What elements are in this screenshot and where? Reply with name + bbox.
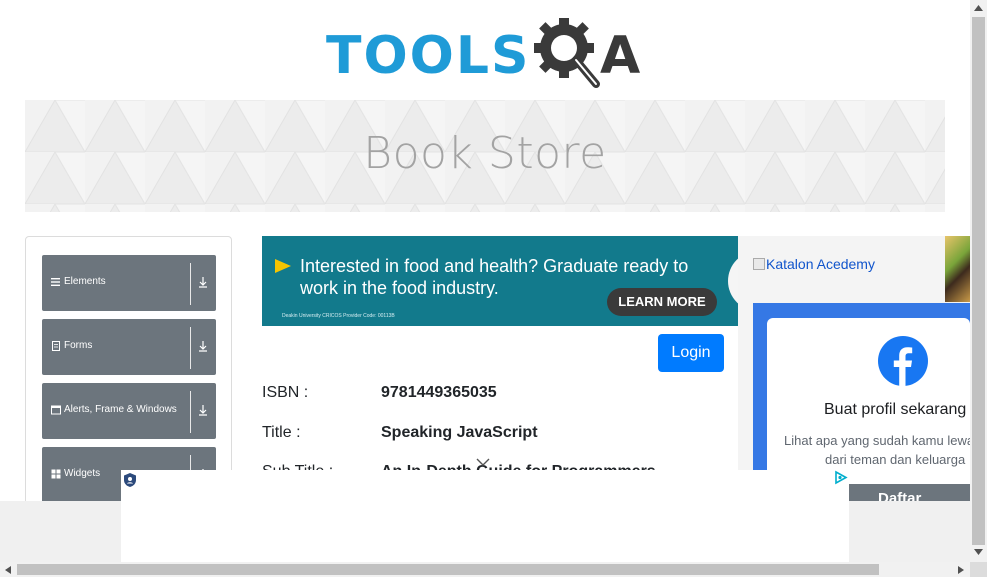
scrollbar-corner	[970, 562, 987, 577]
facebook-ad-subtitle-2: dari teman dan keluarga	[825, 452, 966, 467]
title-label: Title :	[262, 424, 301, 441]
scroll-down-arrow-icon[interactable]	[973, 548, 984, 556]
sidebar-group-alerts[interactable]: Alerts, Frame & Windows	[42, 383, 216, 439]
gear-icon	[534, 18, 600, 88]
page-banner: Book Store	[25, 100, 945, 212]
window-icon	[51, 405, 61, 415]
broken-image-icon	[753, 258, 765, 270]
adchoices-icon[interactable]	[833, 470, 849, 485]
page-title: Book Store	[363, 128, 607, 179]
divider	[190, 263, 191, 305]
toolsqa-logo[interactable]: TOOLS A	[326, 14, 656, 92]
scroll-up-arrow-icon[interactable]	[973, 4, 984, 12]
download-arrow-icon	[199, 405, 207, 416]
isbn-value: 9781449365035	[381, 384, 497, 401]
sidebar-group-forms[interactable]: Forms	[42, 319, 216, 375]
sidebar-group-elements[interactable]: Elements	[42, 255, 216, 311]
horizontal-scrollbar-thumb[interactable]	[17, 564, 879, 575]
katalon-alt-text: Katalon Acedemy	[766, 256, 875, 272]
scroll-left-arrow-icon[interactable]	[4, 565, 12, 575]
sidebar-group-label: Alerts, Frame & Windows	[64, 404, 177, 415]
logo-text-tools: TOOLS	[326, 26, 531, 86]
login-button[interactable]: Login	[658, 334, 724, 372]
divider	[190, 391, 191, 433]
sidebar-group-label: Elements	[64, 276, 106, 287]
play-arrow-icon	[275, 259, 291, 273]
ad-learn-more-button[interactable]: LEARN MORE	[607, 288, 717, 316]
download-arrow-icon	[199, 341, 207, 352]
ad-banner[interactable]: Interested in food and health? Graduate …	[262, 236, 738, 326]
download-arrow-icon	[199, 277, 207, 288]
facebook-icon	[878, 336, 928, 386]
logo-text-a: A	[600, 26, 641, 86]
page-viewport: TOOLS A Book Store Elements Forms Alerts…	[0, 0, 970, 562]
katalon-ad-image[interactable]: Katalon Acedemy	[753, 256, 875, 272]
facebook-ad-subtitle: Lihat apa yang sudah kamu lewatkan	[784, 433, 970, 448]
grid-icon	[51, 469, 61, 479]
divider	[190, 327, 191, 369]
title-value: Speaking JavaScript	[381, 424, 538, 441]
vertical-scrollbar-thumb[interactable]	[972, 17, 985, 545]
hamburger-icon	[51, 278, 60, 286]
ad-fine-print: Deakin University CRICOS Provider Code: …	[282, 313, 395, 319]
food-ad-image	[945, 236, 970, 302]
facebook-ad-title: Buat profil sekarang	[824, 401, 967, 418]
ad-image-edge	[728, 251, 738, 311]
document-icon	[52, 341, 60, 351]
sidebar-group-label: Forms	[64, 340, 93, 351]
close-chevron-icon[interactable]	[475, 456, 491, 470]
scroll-right-arrow-icon[interactable]	[957, 565, 965, 575]
bottom-ad-slot[interactable]	[121, 470, 849, 562]
shield-icon[interactable]	[123, 472, 137, 488]
isbn-label: ISBN :	[262, 384, 309, 401]
sidebar-group-label: Widgets	[64, 468, 101, 479]
